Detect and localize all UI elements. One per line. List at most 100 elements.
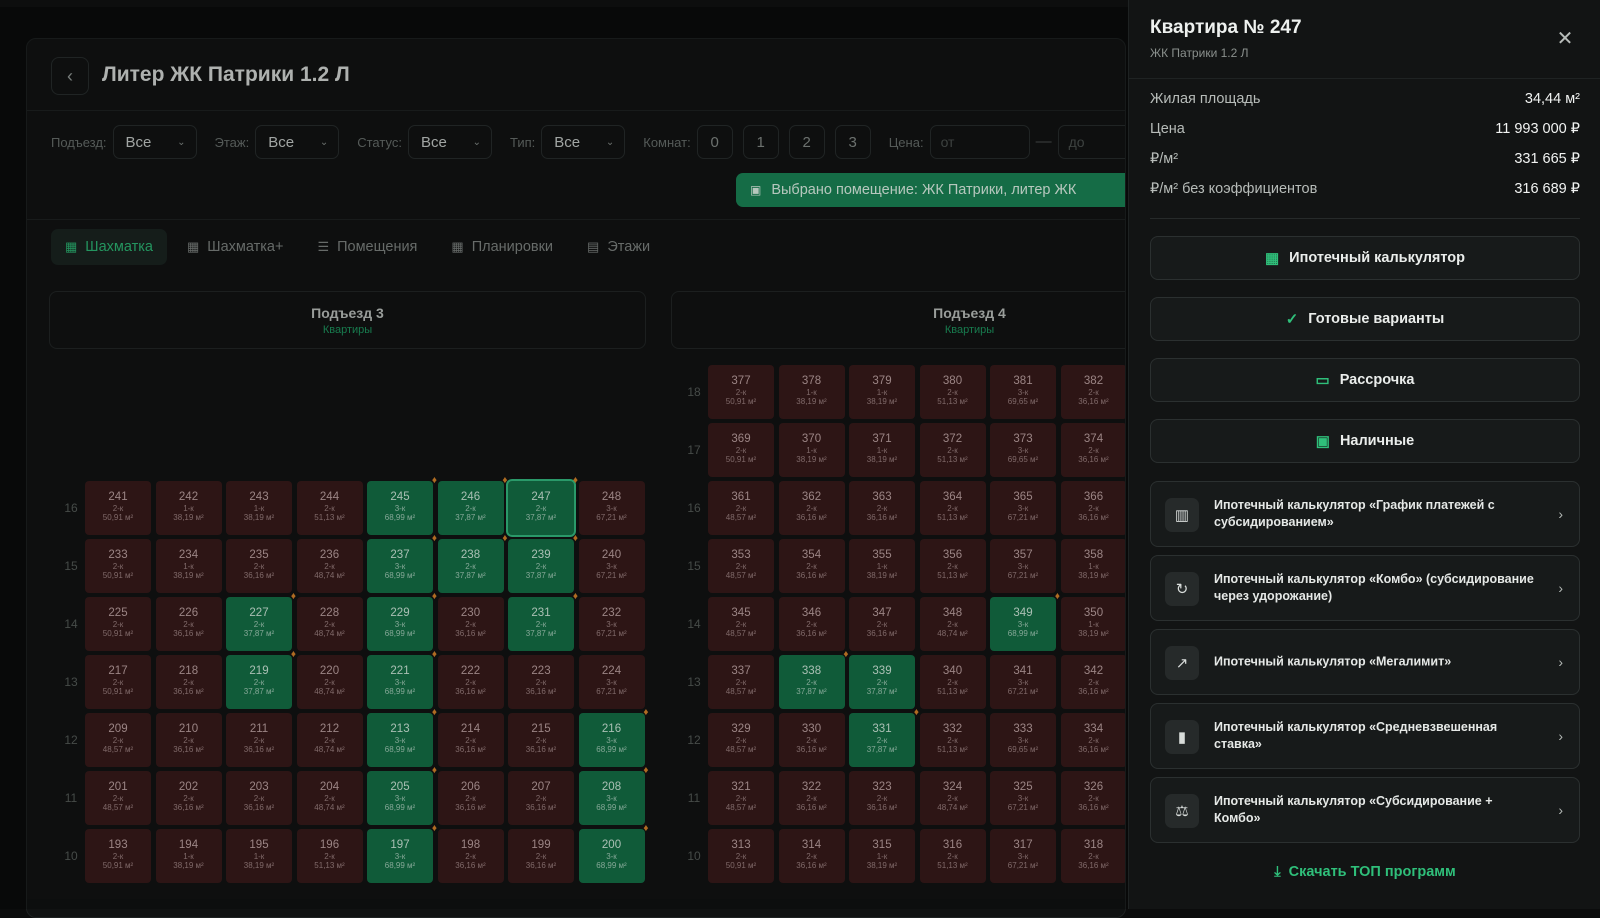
apartment-cell-334[interactable]: 334 2-к 36,16 м²: [1060, 713, 1125, 767]
apartment-cell-347[interactable]: 347 2-к 36,16 м²: [849, 597, 915, 651]
apartment-cell-337[interactable]: 337 2-к 48,57 м²: [708, 655, 774, 709]
apartment-cell-322[interactable]: 322 2-к 36,16 м²: [778, 771, 845, 825]
apartment-cell-370[interactable]: 370 1-к 38,19 м²: [778, 423, 845, 477]
apartment-cell-227[interactable]: 227 2-к 37,87 м² ♦: [226, 591, 296, 651]
apartment-cell-203[interactable]: 203 2-к 36,16 м²: [226, 771, 292, 825]
program-megalimit[interactable]: ↗ Ипотечный калькулятор «Мегалимит» ›: [1150, 629, 1580, 695]
cash-button[interactable]: ▣ Наличные: [1150, 419, 1580, 463]
apartment-cell-374[interactable]: 374 2-к 36,16 м²: [1060, 423, 1125, 477]
apartment-cell-348[interactable]: 348 2-к 48,74 м²: [919, 597, 986, 651]
rooms-2-button[interactable]: 2: [788, 125, 825, 159]
apartment-cell-323[interactable]: 323 2-к 36,16 м²: [849, 771, 915, 825]
apartment-cell-202[interactable]: 202 2-к 36,16 м²: [155, 771, 222, 825]
apartment-cell-230[interactable]: 230 2-к 36,16 м²: [437, 597, 504, 651]
apartment-cell-208[interactable]: 208 3-к 68,99 м² ♦: [578, 765, 649, 825]
apartment-cell-331[interactable]: 331 2-к 37,87 м² ♦: [849, 707, 919, 767]
rooms-0-button[interactable]: 0: [696, 125, 733, 159]
apartment-cell-315[interactable]: 315 1-к 38,19 м²: [849, 829, 915, 883]
apartment-cell-194[interactable]: 194 1-к 38,19 м²: [155, 829, 222, 883]
apartment-cell-369[interactable]: 369 2-к 50,91 м²: [708, 423, 774, 477]
apartment-cell-234[interactable]: 234 1-к 38,19 м²: [155, 539, 222, 593]
tab-layouts[interactable]: ▦ Планировки: [437, 229, 567, 265]
apartment-cell-346[interactable]: 346 2-к 36,16 м²: [778, 597, 845, 651]
rooms-3-button[interactable]: 3: [834, 125, 871, 159]
tab-premises[interactable]: ☰ Помещения: [303, 229, 431, 265]
tab-chessboard[interactable]: ▦ Шахматка: [51, 229, 167, 265]
apartment-cell-353[interactable]: 353 2-к 48,57 м²: [708, 539, 774, 593]
apartment-cell-358[interactable]: 358 1-к 38,19 м²: [1060, 539, 1125, 593]
apartment-cell-333[interactable]: 333 3-к 69,65 м²: [990, 713, 1056, 767]
apartment-cell-236[interactable]: 236 2-к 48,74 м²: [296, 539, 363, 593]
apartment-cell-341[interactable]: 341 3-к 67,21 м²: [990, 655, 1056, 709]
apartment-cell-225[interactable]: 225 2-к 50,91 м²: [85, 597, 151, 651]
apartment-cell-326[interactable]: 326 2-к 36,16 м²: [1060, 771, 1125, 825]
apartment-cell-235[interactable]: 235 2-к 36,16 м²: [226, 539, 292, 593]
apartment-cell-211[interactable]: 211 2-к 36,16 м²: [226, 713, 292, 767]
apartment-cell-349[interactable]: 349 3-к 68,99 м² ♦: [990, 591, 1060, 651]
floor-select[interactable]: Все ⌄: [255, 125, 340, 159]
apartment-cell-330[interactable]: 330 2-к 36,16 м²: [778, 713, 845, 767]
price-from-input[interactable]: от: [929, 125, 1030, 159]
apartment-cell-321[interactable]: 321 2-к 48,57 м²: [708, 771, 774, 825]
apartment-cell-239[interactable]: 239 2-к 37,87 м² ♦: [508, 533, 578, 593]
entrance-select[interactable]: Все ⌄: [112, 125, 197, 159]
apartment-cell-317[interactable]: 317 3-к 67,21 м²: [990, 829, 1056, 883]
installment-button[interactable]: ▭ Рассрочка: [1150, 358, 1580, 402]
apartment-cell-377[interactable]: 377 2-к 50,91 м²: [708, 365, 774, 419]
apartment-cell-371[interactable]: 371 1-к 38,19 м²: [849, 423, 915, 477]
apartment-cell-350[interactable]: 350 1-к 38,19 м²: [1060, 597, 1125, 651]
apartment-cell-212[interactable]: 212 2-к 48,74 м²: [296, 713, 363, 767]
apartment-cell-354[interactable]: 354 2-к 36,16 м²: [778, 539, 845, 593]
apartment-cell-213[interactable]: 213 3-к 68,99 м² ♦: [367, 707, 437, 767]
apartment-cell-218[interactable]: 218 2-к 36,16 м²: [155, 655, 222, 709]
apartment-cell-378[interactable]: 378 1-к 38,19 м²: [778, 365, 845, 419]
apartment-cell-364[interactable]: 364 2-к 51,13 м²: [919, 481, 986, 535]
apartment-cell-373[interactable]: 373 3-к 69,65 м²: [990, 423, 1056, 477]
apartment-cell-224[interactable]: 224 3-к 67,21 м²: [578, 655, 645, 709]
apartment-cell-355[interactable]: 355 1-к 38,19 м²: [849, 539, 915, 593]
apartment-cell-231[interactable]: 231 2-к 37,87 м² ♦: [508, 591, 578, 651]
apartment-cell-240[interactable]: 240 3-к 67,21 м²: [578, 539, 645, 593]
tab-floors[interactable]: ▤ Этажи: [573, 229, 664, 265]
apartment-cell-379[interactable]: 379 1-к 38,19 м²: [849, 365, 915, 419]
apartment-cell-206[interactable]: 206 2-к 36,16 м²: [437, 771, 504, 825]
apartment-cell-246[interactable]: 246 2-к 37,87 м² ♦: [437, 475, 508, 535]
apartment-cell-199[interactable]: 199 2-к 36,16 м²: [508, 829, 574, 883]
apartment-cell-244[interactable]: 244 2-к 51,13 м²: [296, 481, 363, 535]
apartment-cell-214[interactable]: 214 2-к 36,16 м²: [437, 713, 504, 767]
apartment-cell-318[interactable]: 318 2-к 36,16 м²: [1060, 829, 1125, 883]
apartment-cell-232[interactable]: 232 3-к 67,21 м²: [578, 597, 645, 651]
apartment-cell-361[interactable]: 361 2-к 48,57 м²: [708, 481, 774, 535]
apartment-cell-324[interactable]: 324 2-к 48,74 м²: [919, 771, 986, 825]
tab-chessboard-plus[interactable]: ▦ Шахматка+: [173, 229, 297, 265]
selection-toast[interactable]: ▣ Выбрано помещение: ЖК Патрики, литер ЖК: [736, 173, 1125, 207]
apartment-cell-220[interactable]: 220 2-к 48,74 м²: [296, 655, 363, 709]
rooms-1-button[interactable]: 1: [742, 125, 779, 159]
apartment-cell-222[interactable]: 222 2-к 36,16 м²: [437, 655, 504, 709]
apartment-cell-215[interactable]: 215 2-к 36,16 м²: [508, 713, 574, 767]
apartment-cell-229[interactable]: 229 3-к 68,99 м² ♦: [367, 591, 437, 651]
apartment-cell-340[interactable]: 340 2-к 51,13 м²: [919, 655, 986, 709]
apartment-cell-356[interactable]: 356 2-к 51,13 м²: [919, 539, 986, 593]
apartment-cell-198[interactable]: 198 2-к 36,16 м²: [437, 829, 504, 883]
apartment-cell-338[interactable]: 338 2-к 37,87 м² ♦: [778, 649, 849, 709]
apartment-cell-209[interactable]: 209 2-к 48,57 м²: [85, 713, 151, 767]
apartment-cell-381[interactable]: 381 3-к 69,65 м²: [990, 365, 1056, 419]
apartment-cell-325[interactable]: 325 3-к 67,21 м²: [990, 771, 1056, 825]
program-combo[interactable]: ↻ Ипотечный калькулятор «Комбо» (субсидир…: [1150, 555, 1580, 621]
apartment-cell-237[interactable]: 237 3-к 68,99 м² ♦: [367, 533, 437, 593]
apartment-cell-248[interactable]: 248 3-к 67,21 м²: [578, 481, 645, 535]
apartment-cell-339[interactable]: 339 2-к 37,87 м²: [849, 655, 915, 709]
apartment-cell-204[interactable]: 204 2-к 48,74 м²: [296, 771, 363, 825]
apartment-cell-205[interactable]: 205 3-к 68,99 м² ♦: [367, 765, 437, 825]
apartment-cell-380[interactable]: 380 2-к 51,13 м²: [919, 365, 986, 419]
apartment-cell-226[interactable]: 226 2-к 36,16 м²: [155, 597, 222, 651]
apartment-cell-195[interactable]: 195 1-к 38,19 м²: [226, 829, 292, 883]
apartment-cell-193[interactable]: 193 2-к 50,91 м²: [85, 829, 151, 883]
back-button[interactable]: ‹: [51, 57, 89, 95]
program-subsidy-schedule[interactable]: ▥ Ипотечный калькулятор «График платежей …: [1150, 481, 1580, 547]
apartment-cell-219[interactable]: 219 2-к 37,87 м² ♦: [226, 649, 296, 709]
mortgage-calculator-button[interactable]: ▦ Ипотечный калькулятор: [1150, 236, 1580, 280]
apartment-cell-247[interactable]: 247 2-к 37,87 м² ♦: [508, 475, 578, 535]
apartment-cell-357[interactable]: 357 3-к 67,21 м²: [990, 539, 1056, 593]
